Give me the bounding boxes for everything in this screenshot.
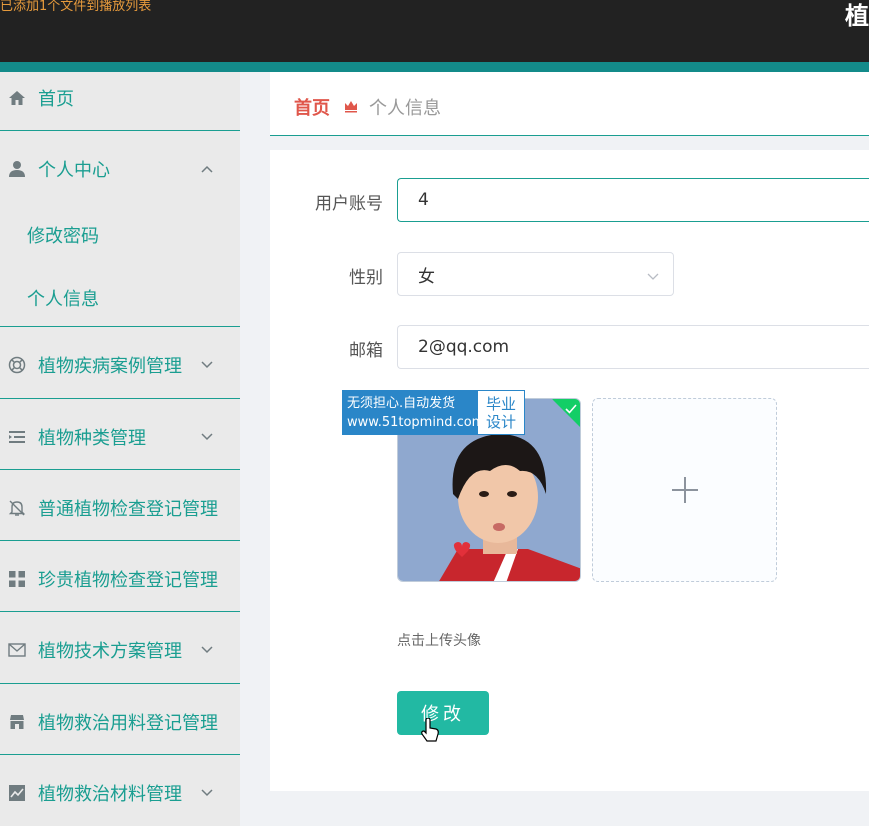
watermark-line1: 无须担心.自动发货 <box>347 395 456 411</box>
sidebar-subitem-personal-info[interactable]: 个人信息 <box>27 285 99 311</box>
sidebar-item-plant-types[interactable]: 植物种类管理 <box>0 425 240 449</box>
breadcrumb-current: 个人信息 <box>369 98 441 119</box>
sidebar-item-label: 植物种类管理 <box>38 428 146 449</box>
chart-icon <box>8 784 26 802</box>
mail-icon <box>8 641 26 659</box>
sidebar-item-label: 珍贵植物检查登记管理 <box>38 570 218 591</box>
sidebar-item-home[interactable]: 首页 <box>0 86 240 110</box>
playlist-notice: 已添加1个文件到播放列表 <box>0 0 152 14</box>
account-label: 用户账号 <box>315 194 383 214</box>
watermark-badge1: 毕业 <box>485 394 516 413</box>
avatar-upload-button[interactable] <box>592 398 777 582</box>
breadcrumb-home-link[interactable]: 首页 <box>294 94 330 120</box>
watermark-logo: 无须担心.自动发货 www.51topmind.com 毕业 设计 <box>342 390 525 435</box>
top-bar-stripe <box>0 62 869 72</box>
top-bar: 已添加1个文件到播放列表 植 <box>0 0 869 62</box>
user-icon <box>8 160 26 178</box>
plus-icon <box>671 477 698 503</box>
submit-button[interactable]: 修改 <box>397 691 489 735</box>
sidebar-item-label: 普通植物检查登记管理 <box>38 499 218 520</box>
sidebar-item-treatment-usage[interactable]: 植物救治用料登记管理 <box>0 710 240 734</box>
chevron-down-icon <box>647 267 659 280</box>
sidebar-item-label: 植物救治材料管理 <box>38 784 182 805</box>
gender-label: 性别 <box>349 268 383 288</box>
chevron-down-icon <box>200 786 214 800</box>
breadcrumb: 首页 个人信息 <box>270 72 869 136</box>
chevron-up-icon <box>200 162 214 176</box>
sidebar-item-tech-plans[interactable]: 植物技术方案管理 <box>0 638 240 662</box>
chevron-down-icon <box>200 358 214 372</box>
email-value: 2@qq.com <box>418 337 510 357</box>
sidebar: 首页 个人中心 修改密码 个人信息 植物疾病案例管理 植物种类管理 普通植物检查… <box>0 72 240 826</box>
sidebar-item-treatment-materials[interactable]: 植物救治材料管理 <box>0 781 240 805</box>
email-input[interactable]: 2@qq.com <box>397 325 869 369</box>
sidebar-item-common-inspection[interactable]: 普通植物检查登记管理 <box>0 496 240 520</box>
gender-select[interactable]: 女 <box>397 252 674 296</box>
bell-off-icon <box>8 499 26 517</box>
lifebuoy-icon <box>8 356 26 374</box>
profile-form: 用户账号 4 性别 女 邮箱 2@qq.com 点击上传头像 修改 <box>270 150 869 791</box>
crown-separator-icon <box>344 98 358 113</box>
sidebar-divider <box>0 683 240 684</box>
sidebar-item-label: 植物救治用料登记管理 <box>38 713 218 734</box>
sidebar-item-label: 首页 <box>38 89 74 110</box>
sidebar-item-label: 植物技术方案管理 <box>38 641 182 662</box>
account-input[interactable]: 4 <box>397 178 869 222</box>
watermark-line2: www.51topmind.com <box>347 414 485 430</box>
sidebar-item-label: 个人中心 <box>38 160 110 181</box>
sidebar-divider <box>0 326 240 327</box>
chevron-down-icon <box>200 643 214 657</box>
list-icon <box>8 428 26 446</box>
grid-icon <box>8 570 26 588</box>
sidebar-divider <box>0 611 240 612</box>
sidebar-item-rare-inspection[interactable]: 珍贵植物检查登记管理 <box>0 567 240 591</box>
watermark-badge2: 设计 <box>485 412 516 431</box>
sidebar-subitem-change-password[interactable]: 修改密码 <box>27 222 99 248</box>
upload-hint: 点击上传头像 <box>397 633 481 649</box>
email-label: 邮箱 <box>349 341 383 361</box>
sidebar-item-personal-center[interactable]: 个人中心 <box>0 157 240 181</box>
app-title-fragment: 植 <box>845 2 869 30</box>
sidebar-divider <box>0 130 240 131</box>
sidebar-divider <box>0 398 240 399</box>
sidebar-item-disease-cases[interactable]: 植物疾病案例管理 <box>0 353 240 377</box>
check-icon <box>564 400 578 414</box>
sidebar-divider <box>0 754 240 755</box>
home-icon <box>8 89 26 107</box>
gender-value: 女 <box>418 266 435 287</box>
sidebar-item-label: 植物疾病案例管理 <box>38 356 182 377</box>
hand-cursor-icon <box>420 717 440 744</box>
chevron-down-icon <box>200 430 214 444</box>
sidebar-divider <box>0 540 240 541</box>
shop-icon <box>8 713 26 731</box>
sidebar-divider <box>0 469 240 470</box>
account-value: 4 <box>418 190 429 210</box>
